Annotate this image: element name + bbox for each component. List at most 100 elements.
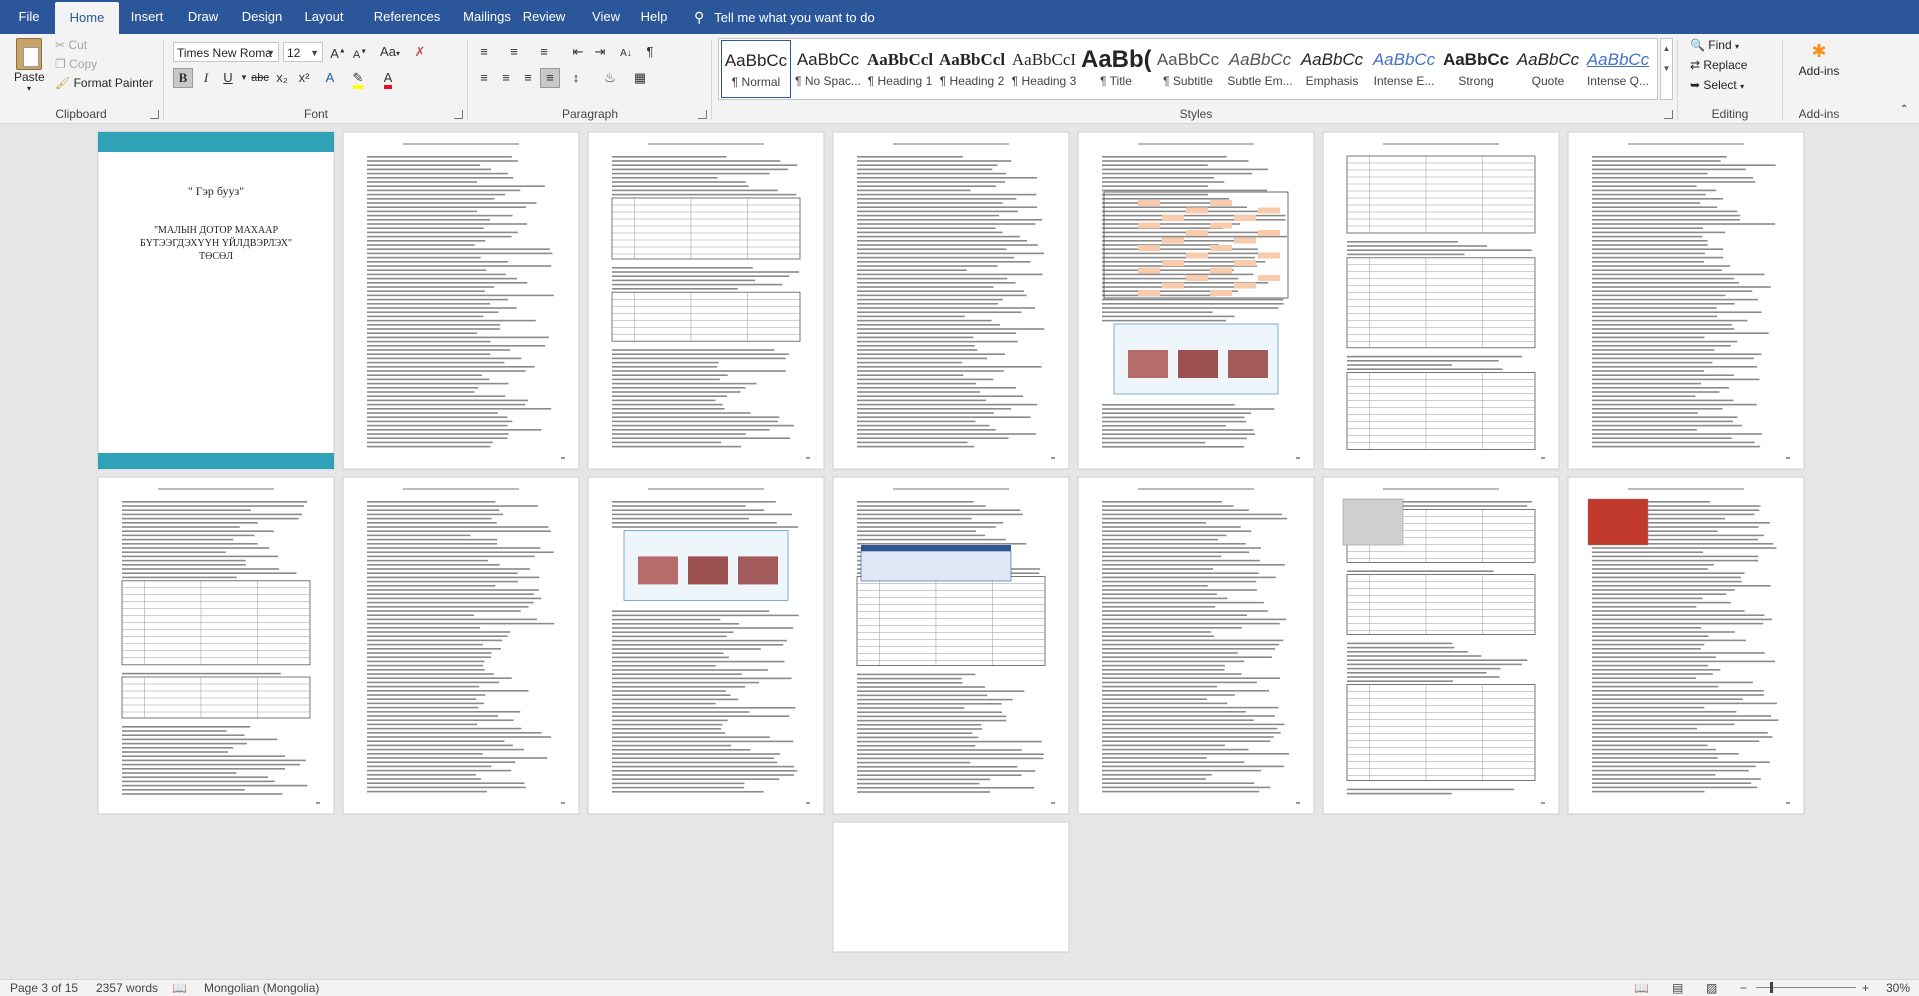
sort-button[interactable]: A↓: [616, 42, 636, 62]
text-line: [612, 366, 718, 368]
style-title[interactable]: AaBb(¶ Title: [1081, 40, 1151, 98]
style-emphasis[interactable]: AaBbCc Emphasis: [1297, 40, 1367, 98]
grow-font-button[interactable]: A▲: [328, 42, 348, 62]
tab-view[interactable]: View: [586, 0, 626, 34]
bold-button[interactable]: B: [173, 68, 193, 88]
subscript-button[interactable]: x₂: [272, 68, 292, 88]
copy-button[interactable]: ❐ Copy: [55, 57, 97, 71]
replace-button[interactable]: ⇄ Replace: [1690, 58, 1747, 72]
style-heading-2[interactable]: AaBbCcl ¶ Heading 2: [937, 40, 1007, 98]
style-normal[interactable]: AaBbCc ¶ Normal: [721, 40, 791, 98]
style-intense-emphasis[interactable]: AaBbCc Intense E...: [1369, 40, 1439, 98]
tab-review[interactable]: Review: [522, 0, 566, 34]
tab-references[interactable]: References: [362, 0, 452, 34]
addins-button[interactable]: ✱ Add-ins: [1792, 38, 1846, 78]
style-intense-quote[interactable]: AaBbCc Intense Q...: [1585, 40, 1651, 98]
tab-insert[interactable]: Insert: [122, 0, 172, 34]
styles-scroll[interactable]: ▲ ▼: [1660, 38, 1673, 100]
tab-layout[interactable]: Layout: [296, 0, 352, 34]
line-spacing-button[interactable]: ↕: [566, 68, 586, 88]
superscript-button[interactable]: x²: [294, 68, 314, 88]
zoom-slider-thumb[interactable]: [1770, 982, 1773, 993]
tab-file[interactable]: File: [8, 0, 50, 34]
borders-button[interactable]: ▦: [630, 68, 650, 88]
zoom-level[interactable]: 30%: [1886, 981, 1910, 995]
select-button[interactable]: ➥ Select ▾: [1690, 78, 1744, 92]
align-left-button[interactable]: ≡: [474, 68, 494, 88]
justify-button[interactable]: ≡: [540, 68, 560, 88]
word-count[interactable]: 2357 words: [96, 981, 158, 995]
text-line: [1347, 788, 1515, 791]
style-no-spacing[interactable]: AaBbCc ¶ No Spac...: [793, 40, 863, 98]
text-line: [367, 219, 491, 221]
font-color-button[interactable]: A: [378, 68, 398, 89]
style-name: ¶ Heading 1: [867, 74, 933, 88]
style-heading-1[interactable]: AaBbCcl ¶ Heading 1: [865, 40, 935, 98]
clear-formatting-button[interactable]: ✗: [410, 42, 430, 62]
shading-button[interactable]: ♨: [600, 68, 620, 88]
text-line: [1102, 748, 1249, 751]
show-marks-button[interactable]: ¶: [640, 42, 660, 62]
text-line: [1592, 366, 1757, 368]
bullets-button[interactable]: ≡: [474, 42, 494, 62]
text-line: [1102, 248, 1258, 250]
style-heading-3[interactable]: AaBbCcI ¶ Heading 3: [1009, 40, 1079, 98]
decrease-indent-button[interactable]: ⇤: [568, 42, 588, 62]
style-subtle-emphasis[interactable]: AaBbCc Subtle Em...: [1225, 40, 1295, 98]
group-divider: [163, 40, 164, 120]
paste-button[interactable]: Paste ▾: [14, 38, 45, 93]
page-count[interactable]: Page 3 of 15: [10, 981, 78, 995]
clipboard-dialog-launcher[interactable]: [150, 110, 159, 119]
find-button[interactable]: 🔍 Find ▾: [1690, 38, 1739, 52]
page-cover[interactable]: " Гэр бууз" "МАЛЫН ДОТОР МАХААР БҮТЭЭГДЭ…: [98, 132, 334, 469]
style-strong[interactable]: AaBbCc Strong: [1441, 40, 1511, 98]
collapse-ribbon-button[interactable]: ⌃: [1900, 104, 1908, 115]
italic-button[interactable]: I: [196, 68, 216, 88]
web-layout-icon[interactable]: ▨: [1706, 981, 1717, 995]
font-family-combo[interactable]: Times New Roma ▼: [173, 42, 279, 62]
style-subtitle[interactable]: AaBbCc ¶ Subtitle: [1153, 40, 1223, 98]
chevron-up-icon: ⌃: [1900, 104, 1909, 115]
zoom-in-icon[interactable]: +: [1862, 981, 1869, 995]
tab-home[interactable]: Home: [55, 2, 119, 34]
numbering-button[interactable]: ≡: [504, 42, 524, 62]
shrink-font-button[interactable]: A▼: [350, 42, 370, 62]
multilevel-list-button[interactable]: ≡: [534, 42, 554, 62]
align-center-button[interactable]: ≡: [496, 68, 516, 88]
highlight-button[interactable]: ✎: [348, 68, 368, 89]
text-line: [367, 340, 491, 343]
format-painter-button[interactable]: 🖌 Format Painter: [55, 76, 153, 90]
read-mode-icon[interactable]: 📖: [1634, 981, 1649, 995]
text-line: [612, 744, 732, 747]
tab-draw[interactable]: Draw: [178, 0, 228, 34]
increase-indent-button[interactable]: ⇥: [590, 42, 610, 62]
text-line: [1102, 235, 1288, 238]
text-line: [1592, 732, 1768, 734]
change-case-button[interactable]: Aa▾: [376, 42, 404, 62]
text-line: [612, 361, 719, 364]
text-line: [612, 412, 751, 414]
font-dialog-launcher[interactable]: [454, 110, 463, 119]
language-indicator[interactable]: Mongolian (Mongolia): [204, 981, 319, 995]
text-line: [857, 156, 963, 158]
print-layout-icon[interactable]: ▤: [1672, 981, 1683, 995]
numbered-list-icon: ≡: [510, 44, 518, 59]
tab-mailings[interactable]: Mailings: [456, 0, 518, 34]
tell-me-box[interactable]: ⚲ Tell me what you want to do: [694, 0, 875, 34]
addins-button-label: Add-ins: [1798, 64, 1840, 78]
proofing-icon[interactable]: 📖: [172, 981, 187, 995]
styles-dialog-launcher[interactable]: [1664, 110, 1673, 119]
font-size-combo[interactable]: 12 ▼: [283, 42, 323, 62]
text-line: [1102, 547, 1261, 549]
text-effects-button[interactable]: A: [320, 68, 340, 88]
cut-button[interactable]: ✂ Cut: [55, 38, 87, 52]
align-right-button[interactable]: ≡: [518, 68, 538, 88]
zoom-out-icon[interactable]: −: [1740, 981, 1747, 995]
text-line: [1592, 568, 1708, 570]
paragraph-dialog-launcher[interactable]: [698, 110, 707, 119]
document-multi-page-view[interactable]: " Гэр бууз" "МАЛЫН ДОТОР МАХААР БҮТЭЭГДЭ…: [0, 124, 1919, 979]
strikethrough-button[interactable]: abc: [250, 68, 270, 88]
style-quote[interactable]: AaBbCc Quote: [1513, 40, 1583, 98]
tab-help[interactable]: Help: [636, 0, 672, 34]
tab-design[interactable]: Design: [234, 0, 290, 34]
